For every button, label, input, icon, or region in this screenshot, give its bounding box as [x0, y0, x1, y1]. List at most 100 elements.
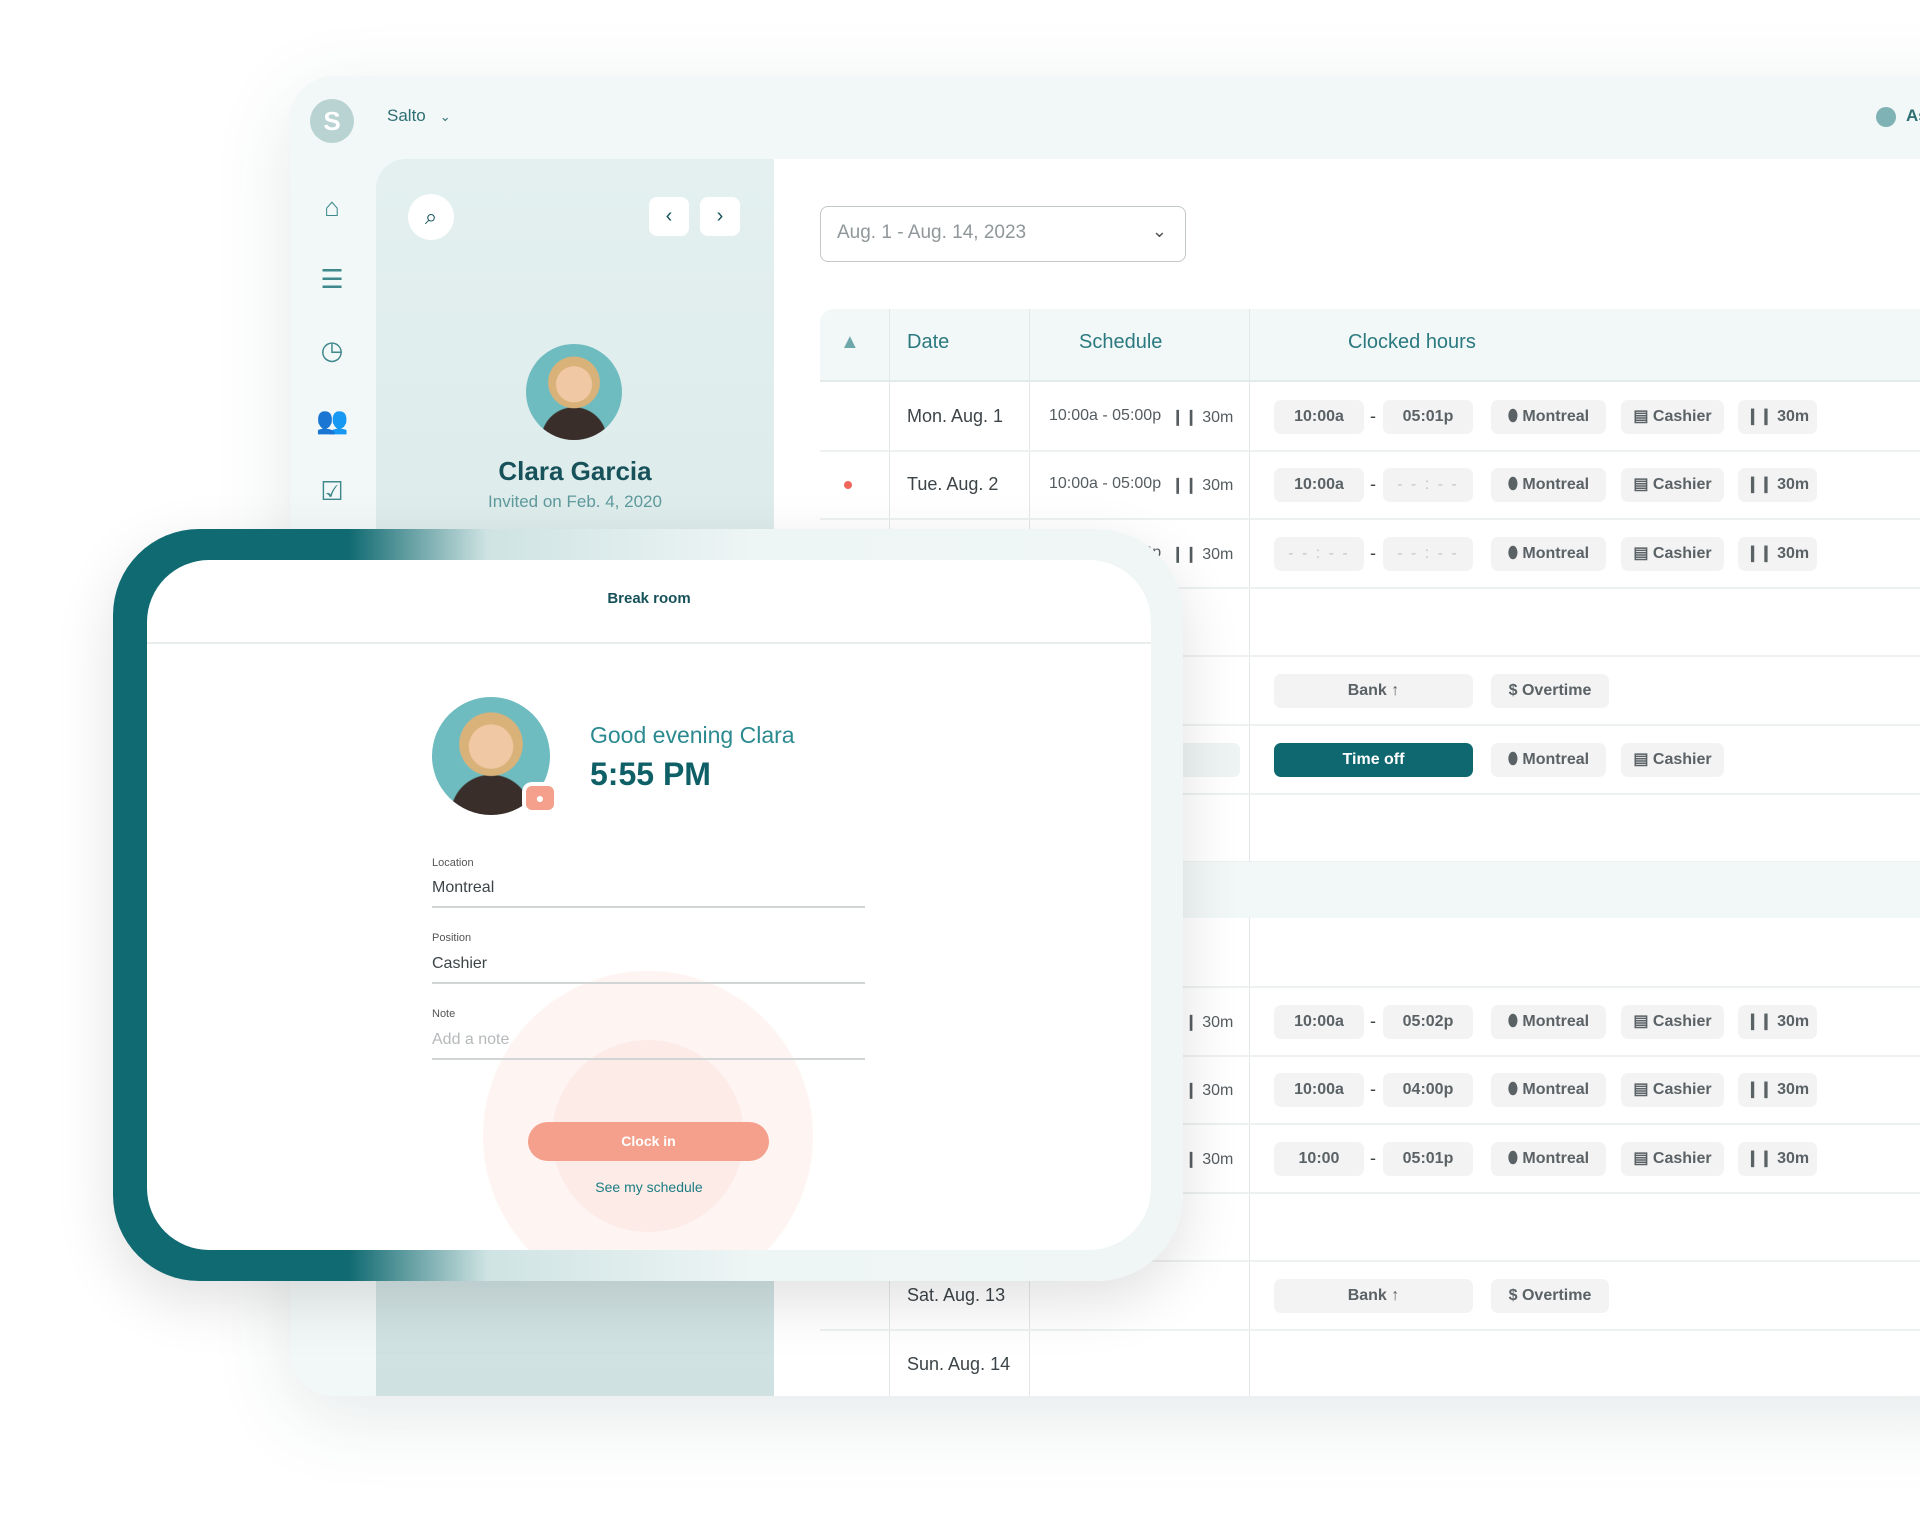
location-chip[interactable]: ⬮ Montreal — [1491, 742, 1606, 777]
location-field[interactable]: Montreal — [432, 879, 494, 897]
camera-icon[interactable]: ● — [526, 786, 554, 810]
tasks-icon[interactable]: ☑ — [316, 476, 348, 506]
row-schedule: 10:00a - 05:00p — [1049, 475, 1162, 492]
row-date: Tue. Aug. 2 — [907, 474, 999, 494]
clock-out-chip[interactable]: 05:01p — [1383, 1141, 1473, 1176]
kiosk-clock-in-card: Break room ● Good evening Clara 5:55 PM … — [147, 560, 1151, 1250]
divider — [147, 642, 1151, 644]
break-chip[interactable]: ❙❙ 30m — [1738, 1141, 1817, 1176]
position-chip[interactable]: ▤ Cashier — [1621, 536, 1724, 571]
position-chip[interactable]: ▤ Cashier — [1621, 742, 1724, 777]
dash: - — [1370, 405, 1376, 426]
warning-icon: ▲ — [840, 331, 860, 353]
chevron-down-icon: ⌄ — [1151, 221, 1167, 241]
time-off-chip[interactable]: Time off — [1274, 742, 1473, 777]
clock-in-button[interactable]: Clock in — [528, 1122, 769, 1161]
alert-dot — [844, 481, 852, 489]
clock-out-chip[interactable]: 05:01p — [1383, 399, 1473, 434]
row-schedule-break: ❙❙ 30m — [1171, 545, 1234, 563]
assistant-button[interactable]: Ass — [1876, 106, 1920, 127]
position-underline — [432, 982, 865, 984]
row-divider — [820, 1329, 1920, 1331]
kiosk-title: Break room — [607, 590, 691, 607]
clock-out-chip[interactable]: 04:00p — [1383, 1073, 1473, 1107]
location-chip[interactable]: ⬮ Montreal — [1491, 468, 1606, 502]
clock-in-chip[interactable]: 10:00a — [1274, 399, 1364, 434]
break-chip[interactable]: ❙❙ 30m — [1738, 468, 1817, 502]
chat-bubble-icon — [1876, 106, 1896, 127]
location-underline — [432, 906, 865, 908]
position-chip[interactable]: ▤ Cashier — [1621, 1073, 1724, 1107]
date-range-value: Aug. 1 - Aug. 14, 2023 — [837, 222, 1027, 243]
clock-in-chip[interactable]: 10:00 — [1274, 1141, 1364, 1176]
location-chip[interactable]: ⬮ Montreal — [1491, 1073, 1606, 1107]
search-button[interactable]: ⌕ — [408, 194, 454, 240]
clock-in-chip[interactable]: 10:00a — [1274, 1073, 1364, 1107]
column-header-schedule[interactable]: Schedule — [1079, 331, 1162, 354]
search-icon: ⌕ — [424, 204, 438, 229]
break-chip[interactable]: ❙❙ 30m — [1738, 536, 1817, 571]
employees-icon[interactable]: 👥 — [316, 405, 348, 435]
org-switcher[interactable]: Salto ⌄ — [387, 106, 451, 126]
org-name: Salto — [387, 106, 426, 125]
time-clock-icon[interactable]: ◷ — [316, 335, 348, 365]
break-chip[interactable]: ❙❙ 30m — [1738, 1004, 1817, 1039]
column-header-clocked-hours[interactable]: Clocked hours — [1348, 331, 1476, 354]
dash: - — [1370, 1010, 1376, 1031]
position-field[interactable]: Cashier — [432, 955, 487, 973]
schedule-icon[interactable]: ☰ — [316, 264, 348, 294]
chevron-down-icon: ⌄ — [439, 109, 451, 124]
employee-avatar — [526, 344, 622, 440]
dash: - — [1370, 1079, 1376, 1099]
location-chip[interactable]: ⬮ Montreal — [1491, 1141, 1606, 1176]
clock-out-chip[interactable]: - - : - - — [1383, 536, 1473, 571]
location-chip[interactable]: ⬮ Montreal — [1491, 1004, 1606, 1039]
row-divider — [820, 518, 1920, 520]
position-chip[interactable]: ▤ Cashier — [1621, 399, 1724, 434]
dash: - — [1370, 542, 1376, 563]
row-date: Mon. Aug. 1 — [907, 405, 1004, 426]
row-schedule-break: ❙❙ 30m — [1171, 477, 1234, 494]
chevron-right-icon: › — [716, 205, 724, 227]
org-logo[interactable]: S — [310, 99, 354, 143]
location-chip[interactable]: ⬮ Montreal — [1491, 399, 1606, 434]
clock-out-chip[interactable]: 05:02p — [1383, 1004, 1473, 1039]
note-label: Note — [432, 1008, 456, 1020]
clock-in-chip[interactable]: - - : - - — [1274, 536, 1364, 571]
position-chip[interactable]: ▤ Cashier — [1621, 1004, 1724, 1039]
location-label: Location — [432, 857, 474, 869]
chevron-left-icon: ‹ — [665, 205, 673, 227]
next-button[interactable]: › — [700, 197, 740, 236]
column-divider — [1249, 309, 1250, 1396]
clock-in-chip[interactable]: 10:00a — [1274, 468, 1364, 502]
see-schedule-link[interactable]: See my schedule — [147, 1179, 1151, 1195]
bank-chip[interactable]: Bank ↑ — [1274, 1278, 1473, 1313]
dash: - — [1370, 1147, 1376, 1168]
position-label: Position — [432, 932, 472, 944]
dash: - — [1370, 474, 1376, 494]
greeting: Good evening Clara — [590, 722, 795, 748]
position-chip[interactable]: ▤ Cashier — [1621, 468, 1724, 502]
employee-name: Clara Garcia — [498, 456, 652, 486]
overtime-chip[interactable]: $ Overtime — [1491, 673, 1609, 708]
assistant-label: Ass — [1906, 106, 1920, 125]
position-chip[interactable]: ▤ Cashier — [1621, 1141, 1724, 1176]
clock-in-chip[interactable]: 10:00a — [1274, 1004, 1364, 1039]
row-schedule: 10:00a - 05:00p — [1049, 406, 1162, 424]
row-schedule-break: ❙❙ 30m — [1171, 408, 1234, 426]
row-date: Sun. Aug. 14 — [907, 1353, 1011, 1374]
home-icon[interactable]: ⌂ — [316, 192, 348, 222]
overtime-chip[interactable]: $ Overtime — [1491, 1278, 1609, 1313]
date-range-select[interactable]: Aug. 1 - Aug. 14, 2023 ⌄ — [820, 206, 1186, 262]
break-chip[interactable]: ❙❙ 30m — [1738, 1073, 1817, 1107]
invited-date: Invited on Feb. 4, 2020 — [488, 492, 662, 511]
note-underline — [432, 1058, 865, 1060]
location-chip[interactable]: ⬮ Montreal — [1491, 536, 1606, 571]
table-header: ▲ Date Schedule Clocked hours — [820, 309, 1920, 382]
clock-out-chip[interactable]: - - : - - — [1383, 468, 1473, 502]
column-header-date[interactable]: Date — [907, 331, 949, 354]
note-input[interactable]: Add a note — [432, 1031, 509, 1049]
previous-button[interactable]: ‹ — [649, 197, 689, 236]
bank-chip[interactable]: Bank ↑ — [1274, 673, 1473, 708]
break-chip[interactable]: ❙❙ 30m — [1738, 399, 1817, 434]
